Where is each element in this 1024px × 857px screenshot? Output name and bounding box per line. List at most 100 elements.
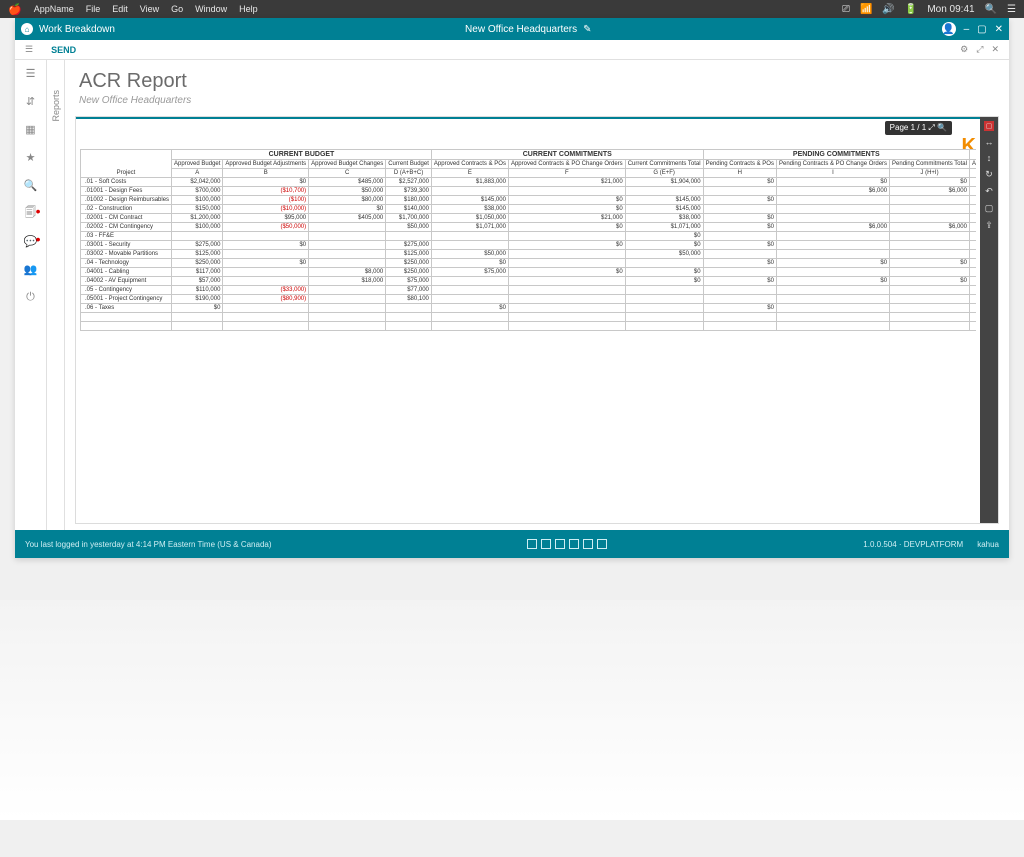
cell bbox=[431, 187, 508, 196]
table-row[interactable]: .04001 - Cabling$117,000$8,000$250,000$7… bbox=[81, 268, 977, 277]
cell: $100,000 bbox=[172, 223, 223, 232]
cell bbox=[223, 277, 309, 286]
cell: $0 bbox=[703, 214, 776, 223]
cell: $250,000 bbox=[386, 268, 432, 277]
table-row[interactable]: .04002 - AV Equipment$57,000$18,000$75,0… bbox=[81, 277, 977, 286]
menubar-go[interactable]: Go bbox=[171, 4, 183, 14]
table-row[interactable]: .02 - Construction$150,000($10,000)$0$14… bbox=[81, 205, 977, 214]
rail-tasks-icon[interactable]: 🗐 bbox=[24, 206, 38, 220]
menubar-help[interactable]: Help bbox=[239, 4, 258, 14]
breadcrumb-icon[interactable]: ⌂ bbox=[21, 23, 33, 35]
cell: $0 bbox=[431, 304, 508, 313]
cell bbox=[386, 322, 432, 331]
cell bbox=[309, 313, 386, 322]
cell bbox=[969, 259, 976, 268]
rail-list-icon[interactable]: ☰ bbox=[24, 66, 38, 80]
col-header: Pending Contracts & PO Change Orders bbox=[776, 160, 889, 169]
menubar-view[interactable]: View bbox=[140, 4, 159, 14]
cell bbox=[431, 232, 508, 241]
table-row[interactable]: .06 - Taxes$0$0$0$75,000$75,000$75,000 bbox=[81, 304, 977, 313]
table-row[interactable]: .03001 - Security$275,000$0$275,000$0$0$… bbox=[81, 241, 977, 250]
menubar-window[interactable]: Window bbox=[195, 4, 227, 14]
row-label: .03 - FF&E bbox=[81, 232, 172, 241]
grp-current-commitments: CURRENT COMMITMENTS bbox=[431, 150, 703, 160]
layout-1-icon[interactable] bbox=[527, 539, 537, 549]
rail-people-icon[interactable]: 👥 bbox=[24, 262, 38, 276]
tool-undo-icon[interactable]: ↶ bbox=[985, 186, 993, 197]
menu-icon[interactable]: ☰ bbox=[1007, 4, 1016, 15]
cell bbox=[309, 250, 386, 259]
edit-icon[interactable]: ✎ bbox=[583, 24, 591, 35]
table-row[interactable]: .04 - Technology$250,000$0$250,000$0$0$0… bbox=[81, 259, 977, 268]
clock[interactable]: Mon 09:41 bbox=[927, 4, 974, 15]
cell: $145,000 bbox=[625, 205, 703, 214]
layout-2-icon[interactable] bbox=[541, 539, 551, 549]
maximize-icon[interactable]: ▢ bbox=[977, 24, 986, 35]
battery-icon[interactable]: 🔋 bbox=[905, 4, 917, 15]
tool-expand-v-icon[interactable]: ↕ bbox=[987, 153, 992, 163]
tool-box-icon[interactable]: ▢ bbox=[985, 203, 994, 214]
table-row[interactable]: $80,100$80,100 bbox=[81, 313, 977, 322]
cell: $2,527,000 bbox=[386, 178, 432, 187]
cell: $21,000 bbox=[508, 214, 625, 223]
rail-messages-icon[interactable]: 💬 bbox=[24, 234, 38, 248]
cell bbox=[890, 214, 970, 223]
cell bbox=[431, 277, 508, 286]
layout-switcher[interactable] bbox=[527, 539, 607, 549]
minimize-icon[interactable]: – bbox=[964, 24, 970, 35]
cell: $8,000 bbox=[309, 268, 386, 277]
cell: $0 bbox=[508, 268, 625, 277]
table-row[interactable]: .01001 - Design Fees$700,000($10,700)$50… bbox=[81, 187, 977, 196]
cell: $275,000 bbox=[172, 241, 223, 250]
reports-side-tab[interactable]: Reports bbox=[47, 60, 65, 530]
tool-export-icon[interactable]: ⇪ bbox=[985, 220, 993, 231]
cell bbox=[890, 232, 970, 241]
layout-6-icon[interactable] bbox=[597, 539, 607, 549]
cell: $145,000 bbox=[625, 196, 703, 205]
table-row[interactable]: .03 - FF&E$0$18,000$18,000$1,090,000 bbox=[81, 232, 977, 241]
tool-expand-h-icon[interactable]: ↔ bbox=[985, 137, 994, 147]
pdf-icon[interactable]: ▢ bbox=[984, 121, 995, 131]
menubar-edit[interactable]: Edit bbox=[112, 4, 128, 14]
layout-3-icon[interactable] bbox=[555, 539, 565, 549]
fit-icon[interactable]: ⤢ bbox=[928, 123, 934, 132]
cell bbox=[969, 277, 976, 286]
table-row[interactable]: .01 - Soft Costs$2,042,000$0$485,000$2,5… bbox=[81, 178, 977, 187]
rail-hierarchy-icon[interactable]: ⇵ bbox=[24, 94, 38, 108]
hamburger-icon[interactable]: ☰ bbox=[25, 44, 33, 55]
table-row[interactable]: .02002 - CM Contingency$100,000($50,000)… bbox=[81, 223, 977, 232]
menubar-app[interactable]: AppName bbox=[34, 4, 74, 14]
col-header: Approved Budget Changes bbox=[309, 160, 386, 169]
table-row[interactable]: .05001 - Project Contingency$190,000($80… bbox=[81, 295, 977, 304]
tool-refresh-icon[interactable]: ↻ bbox=[985, 169, 993, 180]
layout-5-icon[interactable] bbox=[583, 539, 593, 549]
rail-apps-icon[interactable]: ▦ bbox=[24, 122, 38, 136]
rail-power-icon[interactable]: ⏻ bbox=[24, 290, 38, 304]
rail-star-icon[interactable]: ★ bbox=[24, 150, 38, 164]
document-toolbar: ▢ ↔ ↕ ↻ ↶ ▢ ⇪ bbox=[980, 117, 998, 523]
close-panel-icon[interactable]: ✕ bbox=[991, 44, 999, 55]
menubar-file[interactable]: File bbox=[86, 4, 101, 14]
apple-icon[interactable]: 🍎 bbox=[8, 3, 22, 16]
close-icon[interactable]: ✕ bbox=[995, 24, 1003, 35]
table-row[interactable]: .01002 - Design Reimbursables$100,000($1… bbox=[81, 196, 977, 205]
cell bbox=[776, 268, 889, 277]
user-icon[interactable]: 👤 bbox=[942, 22, 956, 36]
layout-4-icon[interactable] bbox=[569, 539, 579, 549]
volume-icon[interactable]: 🔊 bbox=[882, 4, 894, 15]
cell bbox=[172, 313, 223, 322]
table-row[interactable]: .02001 - CM Contract$1,200,000$95,000$40… bbox=[81, 214, 977, 223]
zoom-icon[interactable]: 🔍 bbox=[937, 123, 947, 132]
cell bbox=[776, 214, 889, 223]
table-row[interactable]: .03002 - Movable Partitions$125,000$125,… bbox=[81, 250, 977, 259]
airplay-icon[interactable]: ⎚ bbox=[842, 4, 850, 15]
cell bbox=[969, 250, 976, 259]
table-row[interactable]: .05 - Contingency$110,000($33,000)$77,00… bbox=[81, 286, 977, 295]
expand-icon[interactable]: ⤢ bbox=[976, 44, 983, 55]
settings-icon[interactable]: ⚙ bbox=[960, 44, 968, 55]
table-row[interactable]: $80,100$80,100 bbox=[81, 322, 977, 331]
wifi-icon[interactable]: 📶 bbox=[860, 4, 872, 15]
send-button[interactable]: SEND bbox=[51, 45, 76, 55]
rail-search-icon[interactable]: 🔍 bbox=[24, 178, 38, 192]
search-icon[interactable]: 🔍 bbox=[985, 4, 997, 15]
